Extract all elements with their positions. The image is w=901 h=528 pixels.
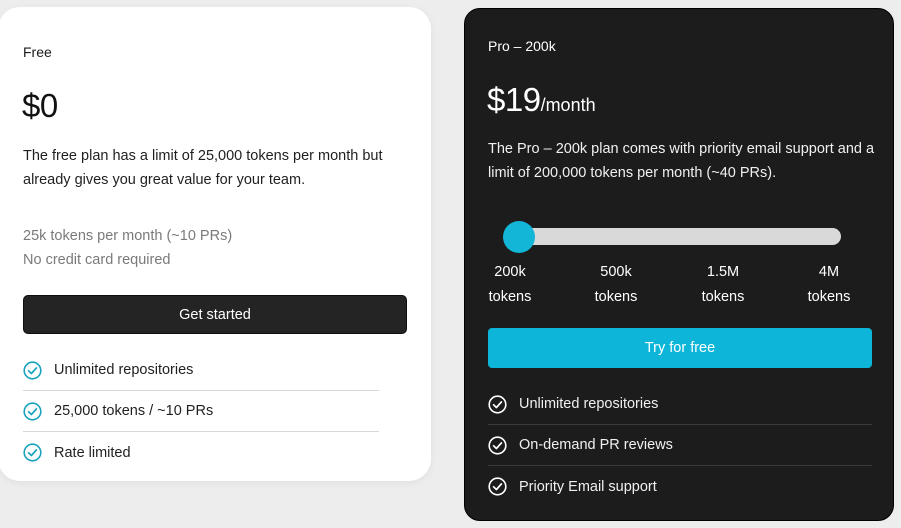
plan-name: Pro – 200k: [488, 38, 556, 54]
feature-item: 25,000 tokens / ~10 PRs: [23, 391, 379, 432]
check-circle-icon: [23, 443, 42, 462]
plan-description: The free plan has a limit of 25,000 toke…: [23, 148, 383, 188]
pricing-section: Free $0 The free plan has a limit of 25,…: [0, 0, 901, 528]
feature-item: Priority Email support: [488, 466, 872, 507]
check-circle-icon: [488, 394, 507, 414]
feature-label: 25,000 tokens / ~10 PRs: [54, 403, 214, 419]
plan-price: $0: [22, 87, 58, 124]
price-amount: $19: [487, 81, 541, 118]
tier-option-500k[interactable]: 500k tokens: [576, 260, 656, 310]
check-circle-icon: [488, 477, 507, 496]
feature-label: On-demand PR reviews: [519, 437, 673, 453]
tier-option-1-5m[interactable]: 1.5M tokens: [683, 260, 763, 310]
feature-label: Unlimited repositories: [54, 362, 194, 378]
plan-name: Free: [23, 44, 52, 60]
token-tier-slider-track[interactable]: [505, 228, 841, 245]
try-for-free-button[interactable]: Try for free: [488, 328, 872, 368]
tier-value: 200k: [494, 264, 526, 280]
feature-item: Rate limited: [23, 432, 379, 473]
tier-option-4m[interactable]: 4M tokens: [789, 260, 869, 310]
tier-value: 4M: [818, 264, 840, 280]
price-period: /month: [540, 95, 596, 115]
tier-value: 1.5M: [706, 264, 740, 280]
tier-unit: tokens: [594, 289, 638, 305]
no-credit-card-text: No credit card required: [23, 252, 171, 268]
feature-item: Unlimited repositories: [23, 350, 379, 391]
tier-unit: tokens: [701, 289, 745, 305]
feature-list: Unlimited repositories 25,000 tokens / ~…: [23, 350, 379, 473]
tier-option-200k[interactable]: 200k tokens: [470, 260, 550, 310]
check-circle-icon: [488, 435, 507, 455]
token-allowance-text: 25k tokens per month (~10 PRs): [23, 228, 233, 244]
feature-item: On-demand PR reviews: [488, 425, 872, 466]
token-tier-slider-thumb[interactable]: [503, 221, 535, 253]
plan-price: $19/month: [487, 81, 596, 119]
tier-unit: tokens: [807, 289, 851, 305]
feature-label: Priority Email support: [519, 478, 657, 495]
tier-unit: tokens: [488, 289, 532, 305]
plan-meta: 25k tokens per month (~10 PRs) No credit…: [23, 224, 232, 272]
pro-plan-card: Pro – 200k $19/month The Pro – 200k plan…: [464, 8, 894, 521]
feature-label: Unlimited repositories: [519, 396, 659, 412]
get-started-button[interactable]: Get started: [23, 295, 407, 334]
free-plan-card: Free $0 The free plan has a limit of 25,…: [0, 7, 431, 481]
check-circle-icon: [23, 401, 42, 421]
feature-list: Unlimited repositories On-demand PR revi…: [488, 384, 872, 507]
plan-description: The Pro – 200k plan comes with priority …: [488, 141, 875, 181]
check-circle-icon: [23, 360, 42, 380]
feature-label: Rate limited: [54, 444, 131, 461]
feature-item: Unlimited repositories: [488, 384, 872, 425]
tier-value: 500k: [600, 264, 632, 280]
